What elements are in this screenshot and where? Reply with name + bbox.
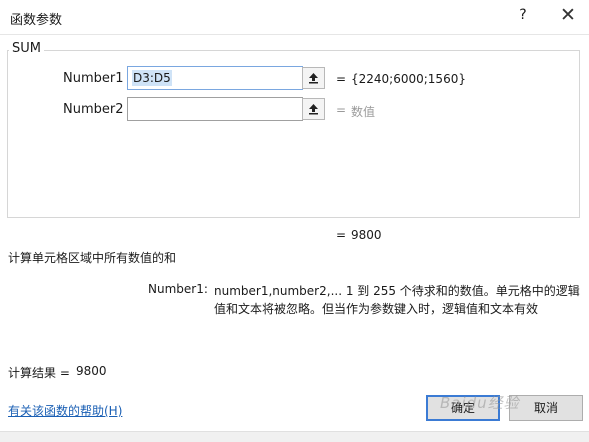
- collapse-dialog-icon: [309, 104, 318, 115]
- help-button[interactable]: ?: [513, 7, 533, 23]
- arg-equals-number2: =: [336, 103, 347, 117]
- arg-input-number2[interactable]: [127, 97, 303, 121]
- watermark-logo: Baidu经验: [440, 394, 520, 412]
- arg-description-label: Number1:: [148, 282, 208, 296]
- arg-equals-number1: =: [336, 72, 347, 86]
- cancel-button[interactable]: 取消: [509, 395, 583, 421]
- arg-label-number2: Number2: [63, 102, 124, 117]
- formula-result-equals: =: [336, 228, 347, 242]
- formula-result-value: 9800: [351, 228, 382, 242]
- title-bar: 函数参数 ? ✕: [0, 0, 589, 35]
- collapse-dialog-icon: [309, 73, 318, 84]
- arg-result-number2: 数值: [351, 105, 376, 119]
- calc-result-label: 计算结果 =: [8, 366, 70, 380]
- function-description: 计算单元格区域中所有数值的和: [8, 251, 177, 265]
- spreadsheet-edge: [0, 431, 589, 442]
- collapse-dialog-button-number1[interactable]: [302, 67, 325, 89]
- arg-description-text: number1,number2,... 1 到 255 个待求和的数值。单元格中…: [214, 284, 580, 316]
- calc-result-value: 9800: [76, 364, 107, 378]
- arg-result-number1: {2240;6000;1560}: [351, 72, 466, 86]
- arg-label-number1: Number1: [63, 71, 124, 86]
- function-help-link[interactable]: 有关该函数的帮助(H): [8, 402, 122, 419]
- close-icon[interactable]: ✕: [556, 4, 580, 26]
- function-name: SUM: [9, 41, 44, 56]
- arg-input-number1-selection: D3:D5: [132, 70, 172, 86]
- collapse-dialog-button-number2[interactable]: [302, 98, 325, 120]
- window-title: 函数参数: [10, 13, 63, 28]
